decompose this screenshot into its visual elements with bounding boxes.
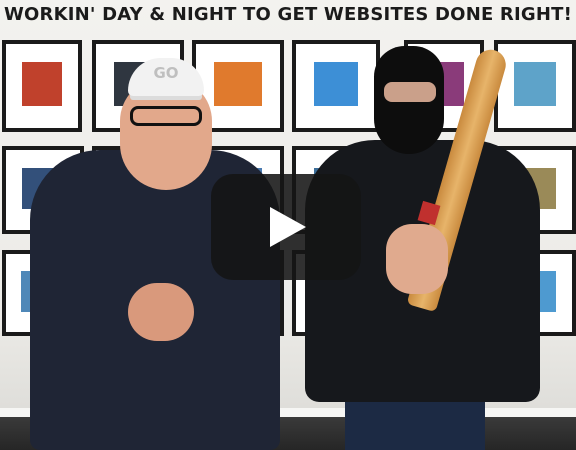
wall-poster	[2, 40, 82, 132]
person-right-hands	[386, 224, 448, 294]
wall-slogan: WORKIN' DAY & NIGHT TO GET WEBSITES DONE…	[3, 4, 572, 25]
play-icon	[270, 207, 306, 247]
video-player[interactable]: WORKIN' DAY & NIGHT TO GET WEBSITES DONE…	[0, 0, 576, 450]
play-button[interactable]	[211, 174, 361, 280]
glasses	[130, 106, 202, 126]
wall-poster	[292, 40, 380, 132]
person-left-cap: GO	[128, 58, 204, 96]
cap-text: GO	[153, 64, 179, 82]
person-left-hands	[128, 283, 194, 341]
wall-poster	[494, 40, 576, 132]
balaclava-eye-opening	[384, 82, 436, 102]
